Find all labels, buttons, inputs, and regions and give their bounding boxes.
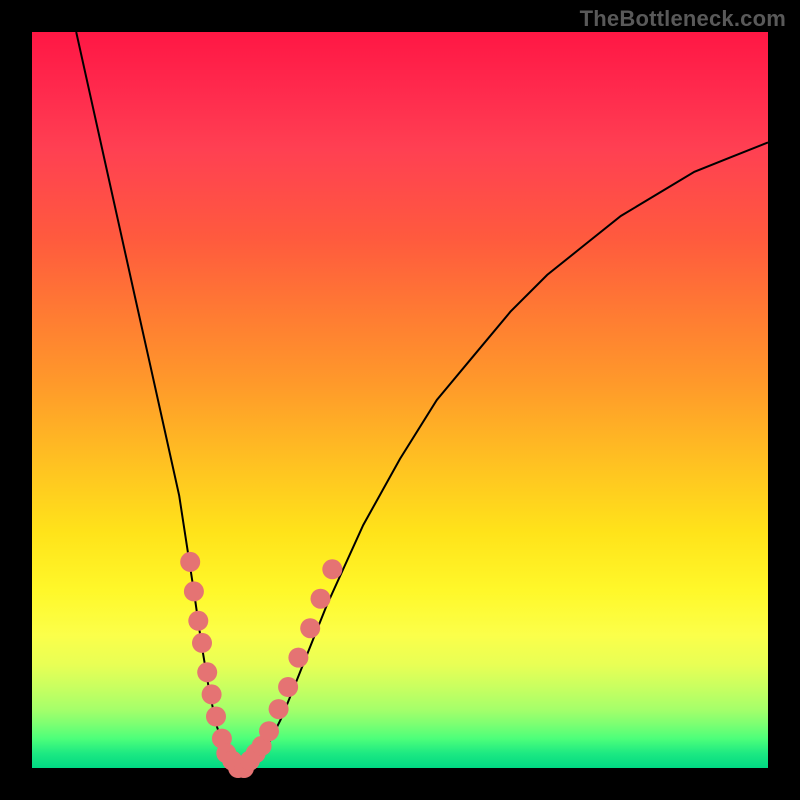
curve-marker-dot xyxy=(180,552,200,572)
curve-marker-dot xyxy=(278,677,298,697)
curve-marker-dot xyxy=(259,721,279,741)
curve-marker-dot xyxy=(192,633,212,653)
chart-frame: TheBottleneck.com xyxy=(0,0,800,800)
curve-marker-dot xyxy=(188,611,208,631)
curve-marker-dot xyxy=(206,707,226,727)
curve-marker-dot xyxy=(202,684,222,704)
curve-markers xyxy=(180,552,342,778)
curve-marker-dot xyxy=(300,618,320,638)
curve-marker-dot xyxy=(288,648,308,668)
curve-marker-dot xyxy=(311,589,331,609)
curve-marker-dot xyxy=(269,699,289,719)
curve-marker-dot xyxy=(197,662,217,682)
curve-svg xyxy=(32,32,768,768)
watermark-text: TheBottleneck.com xyxy=(580,6,786,32)
curve-marker-dot xyxy=(184,581,204,601)
bottleneck-curve xyxy=(76,32,768,768)
curve-marker-dot xyxy=(322,559,342,579)
plot-area xyxy=(32,32,768,768)
